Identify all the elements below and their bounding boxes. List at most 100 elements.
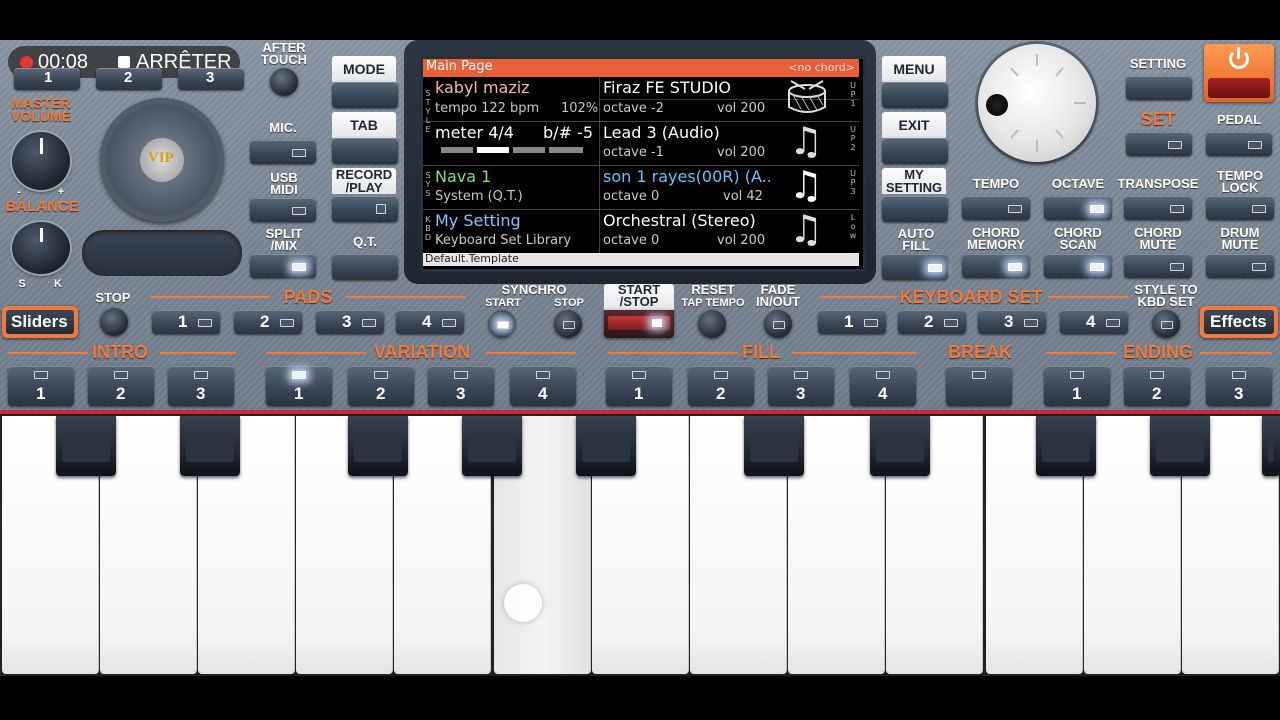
variation-2-button[interactable]: 2 — [348, 366, 414, 406]
mode-button[interactable] — [332, 82, 398, 108]
start-stop-label: START /STOP — [617, 282, 661, 309]
chord-scan-button[interactable] — [1044, 254, 1112, 278]
tempo-button[interactable] — [962, 196, 1030, 220]
exit-button[interactable] — [882, 138, 948, 164]
vip-disc[interactable]: VIP — [100, 98, 224, 222]
my-setting-button[interactable] — [882, 196, 948, 222]
synchro-stop-button[interactable] — [554, 310, 582, 338]
variation-3-button[interactable]: 3 — [428, 366, 494, 406]
menu-button[interactable] — [882, 82, 948, 108]
piano-black-key[interactable] — [1036, 416, 1096, 476]
main-display: Main Page <no chord> STYLE SYS KBD UP1 U… — [420, 56, 866, 272]
variation-4-button[interactable]: 4 — [510, 366, 576, 406]
tempo-lock-label: TEMPO LOCK — [1216, 168, 1264, 195]
setting-button[interactable] — [1126, 76, 1192, 100]
master-volume-knob[interactable] — [12, 132, 70, 190]
usb-midi-button[interactable] — [250, 198, 316, 222]
piano-black-key[interactable] — [1150, 416, 1210, 476]
pedal-button[interactable] — [1206, 132, 1272, 156]
display-header[interactable]: Main Page <no chord> — [423, 59, 859, 77]
synchro-stop-label: STOP — [554, 297, 584, 309]
ending-3-button[interactable]: 3 — [1206, 366, 1272, 406]
ending-2-button[interactable]: 2 — [1124, 366, 1190, 406]
setting-label: SETTING — [1129, 56, 1187, 71]
qt-button[interactable] — [332, 254, 398, 280]
tempo-percent: 102% — [561, 101, 599, 116]
music-note-icon: ♫ — [789, 207, 824, 251]
fill-1-button[interactable]: 1 — [606, 366, 672, 406]
piano-black-key[interactable] — [870, 416, 930, 476]
system-sub: System (Q.T.) — [435, 189, 523, 204]
system-name[interactable]: Nava 1 — [435, 167, 491, 186]
upper-button-2[interactable]: 2 — [96, 68, 162, 90]
balance-s-label: S — [18, 278, 26, 290]
tempo-lock-button[interactable] — [1206, 196, 1274, 220]
sys-side-label: SYS — [425, 171, 431, 198]
mic-label: MIC. — [269, 120, 297, 135]
pad-1-button[interactable]: 1 — [152, 310, 220, 334]
drum-icon — [788, 80, 826, 113]
low-sound-name[interactable]: Orchestral (Stereo) — [603, 211, 756, 230]
effects-button[interactable]: Effects — [1200, 306, 1278, 338]
fill-2-button[interactable]: 2 — [688, 366, 754, 406]
chord-mute-button[interactable] — [1124, 254, 1192, 278]
piano-black-key[interactable] — [576, 416, 636, 476]
upper-button-3[interactable]: 3 — [178, 68, 244, 90]
kbd-set-1-button[interactable]: 1 — [818, 310, 886, 334]
reset-tap-tempo-button[interactable] — [698, 310, 726, 338]
balance-knob[interactable] — [12, 222, 70, 274]
keyboard-set-name[interactable]: My Setting — [435, 211, 521, 230]
tab-button[interactable] — [332, 138, 398, 164]
power-button[interactable] — [1204, 44, 1274, 102]
piano-black-key[interactable] — [348, 416, 408, 476]
piano-black-key[interactable] — [744, 416, 804, 476]
kbd-set-3-button[interactable]: 3 — [978, 310, 1046, 334]
mic-button[interactable] — [250, 140, 316, 164]
exit-label: EXIT — [882, 112, 946, 138]
auto-fill-label: AUTO FILL — [897, 226, 935, 253]
effects-label: Effects — [1210, 312, 1267, 331]
pitch-bend-bar[interactable] — [82, 230, 242, 276]
kbd-set-4-button[interactable]: 4 — [1060, 310, 1128, 334]
upper-button-1[interactable]: 1 — [14, 68, 80, 90]
variation-1-button[interactable]: 1 — [266, 366, 332, 406]
after-touch-button[interactable] — [270, 68, 298, 96]
fade-button[interactable] — [764, 310, 792, 338]
piano-black-key[interactable] — [180, 416, 240, 476]
style-name[interactable]: kabyl maziz — [435, 78, 530, 97]
up1-side-label: UP1 — [850, 81, 856, 108]
break-button[interactable] — [946, 366, 1012, 406]
split-mix-button[interactable] — [250, 254, 316, 278]
ending-1-button[interactable]: 1 — [1044, 366, 1110, 406]
intro-2-button[interactable]: 2 — [88, 366, 154, 406]
fill-4-button[interactable]: 4 — [850, 366, 916, 406]
pad-4-button[interactable]: 4 — [396, 310, 464, 334]
auto-fill-button[interactable] — [882, 254, 948, 280]
pad-2-button[interactable]: 2 — [234, 310, 302, 334]
style-to-kbd-set-button[interactable] — [1152, 310, 1180, 338]
start-stop-button[interactable] — [604, 310, 674, 338]
pad-3-button[interactable]: 3 — [316, 310, 384, 334]
sliders-button[interactable]: Sliders — [2, 306, 78, 338]
intro-3-button[interactable]: 3 — [168, 366, 234, 406]
transpose-button[interactable] — [1124, 196, 1192, 220]
data-dial[interactable] — [978, 44, 1096, 162]
stop-label: STOP — [95, 290, 131, 305]
synchro-start-button[interactable] — [488, 310, 516, 338]
up3-sound-name[interactable]: son 1 rayes(00R) (A.. — [603, 167, 772, 186]
kbd-set-2-button[interactable]: 2 — [898, 310, 966, 334]
drum-mute-button[interactable] — [1206, 254, 1274, 278]
octave-button[interactable] — [1044, 196, 1112, 220]
up2-sound-name[interactable]: Lead 3 (Audio) — [603, 123, 720, 142]
music-note-icon: ♫ — [789, 163, 824, 207]
up1-sound-name[interactable]: Firaz FE STUDIO — [603, 78, 731, 97]
chord-memory-button[interactable] — [962, 254, 1030, 278]
record-play-button[interactable] — [332, 196, 398, 222]
piano-black-key[interactable] — [1262, 416, 1280, 476]
intro-1-button[interactable]: 1 — [8, 366, 74, 406]
piano-black-key[interactable] — [462, 416, 522, 476]
piano-black-key[interactable] — [56, 416, 116, 476]
fill-3-button[interactable]: 3 — [768, 366, 834, 406]
pads-stop-button[interactable] — [100, 308, 128, 336]
set-button[interactable] — [1126, 132, 1192, 156]
